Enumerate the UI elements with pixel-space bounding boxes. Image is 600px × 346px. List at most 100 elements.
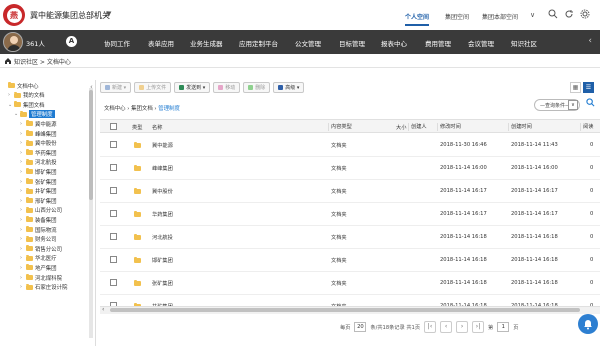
prev-page-button[interactable]: ‹ — [440, 321, 453, 333]
nav-item-biz-generator[interactable]: 业务生成器 — [190, 38, 223, 48]
col-header-size[interactable]: 大小 — [396, 124, 406, 131]
toolbar-button[interactable]: 新建 ▾ — [100, 82, 132, 93]
settings-gear-icon[interactable] — [580, 9, 590, 22]
user-avatar[interactable] — [3, 32, 23, 52]
page-number-input[interactable]: 1 — [497, 322, 510, 332]
sidebar-tree-item[interactable]: ⌄ 管理制度 — [14, 110, 55, 119]
doc-path-current[interactable]: 管理制度 — [158, 106, 180, 112]
col-header-name[interactable]: 名称 — [152, 124, 162, 131]
sidebar-tree-item[interactable]: › 冀中能源 — [20, 119, 57, 128]
tab-group-space[interactable]: 集团空间 — [445, 12, 469, 21]
toolbar-button[interactable]: 移动 — [213, 82, 241, 93]
hscroll-left-arrow-icon[interactable]: ‹ — [102, 306, 104, 313]
table-row[interactable]: 华药集团 文档夹 2018-11-14 16:17 2018-11-14 16:17 0 — [100, 203, 600, 226]
tab-hq-space[interactable]: 集团本部空间 — [482, 12, 518, 21]
row-checkbox[interactable] — [110, 256, 117, 263]
col-header-content-type[interactable]: 内容类型 — [328, 123, 352, 131]
table-row[interactable]: 冀中股份 文档夹 2018-11-14 16:17 2018-11-14 16:17 0 — [100, 180, 600, 203]
list-view-icon[interactable]: ☰ — [583, 82, 594, 93]
font-size-a-icon[interactable]: A — [66, 36, 77, 47]
row-checkbox[interactable] — [110, 233, 117, 240]
nav-item-collab[interactable]: 协同工作 — [104, 38, 130, 48]
search-icon[interactable] — [548, 9, 558, 22]
sidebar-tree-item[interactable]: › 石家庄设计院 — [20, 283, 67, 292]
table-row[interactable]: 张矿集团 文档夹 2018-11-14 16:18 2018-11-14 16:18 0 — [100, 272, 600, 295]
nav-item-expenses[interactable]: 费用管理 — [425, 38, 451, 48]
table-row[interactable]: 冀中能源 文档夹 2018-11-30 16:46 2018-11-14 11:43 0 — [100, 134, 600, 157]
sidebar-scrollbar-thumb[interactable] — [89, 90, 93, 200]
table-row[interactable]: 河北航投 文档夹 2018-11-14 16:18 2018-11-14 16:18 0 — [100, 226, 600, 249]
table-row[interactable]: 井矿集团文档夹2018-11-14 16:182018-11-14 16:180 — [100, 295, 600, 306]
tab-personal-space[interactable]: 个人空间 — [405, 12, 430, 26]
col-header-modified[interactable]: 修改时间 — [437, 123, 461, 131]
floating-help-bell-icon[interactable] — [578, 314, 598, 334]
org-title[interactable]: 冀中能源集团总部机关 — [30, 10, 110, 21]
cell-name[interactable]: 冀中股份 — [152, 188, 173, 195]
cell-name[interactable]: 峰峰集团 — [152, 165, 173, 172]
org-switch-caret-icon[interactable]: ▼ — [106, 10, 111, 18]
row-checkbox[interactable] — [110, 210, 117, 217]
table-hscroll-thumb[interactable] — [110, 308, 580, 312]
grid-view-icon[interactable]: ▦ — [570, 82, 581, 93]
sidebar-tree-item[interactable]: › 冀中股份 — [20, 139, 57, 148]
sidebar-tree-item[interactable]: › 华北医疗 — [20, 254, 57, 263]
breadcrumb-text[interactable]: 知识社区 > 文档中心 — [14, 57, 71, 66]
per-page-input[interactable]: 20 — [354, 322, 367, 332]
refresh-icon[interactable] — [564, 9, 574, 22]
row-checkbox[interactable] — [110, 187, 117, 194]
next-page-button[interactable]: › — [456, 321, 469, 333]
cell-name[interactable]: 冀中能源 — [152, 142, 173, 149]
table-row[interactable]: 邯矿集团 文档夹 2018-11-14 16:18 2018-11-14 16:18 0 — [100, 249, 600, 272]
col-header-type[interactable]: 类型 — [132, 124, 142, 131]
search-condition-caret-icon[interactable]: ∨ — [568, 100, 578, 110]
nav-item-goals[interactable]: 目标管理 — [339, 38, 365, 48]
toolbar-button[interactable]: 上传文件 — [134, 82, 172, 93]
sidebar-tree-item[interactable]: › 邯矿集团 — [20, 167, 57, 176]
cell-name[interactable]: 张矿集团 — [152, 280, 173, 287]
nav-collapse-icon[interactable]: ‹ — [588, 36, 592, 46]
cell-name[interactable]: 河北航投 — [152, 234, 173, 241]
sidebar-tree-item[interactable]: › 峰峰集团 — [20, 129, 57, 138]
space-dropdown-icon[interactable]: ∨ — [530, 11, 535, 19]
sidebar-tree-item[interactable]: › 财务公司 — [20, 235, 57, 244]
sidebar-tree-item[interactable]: › 我的文档 — [8, 91, 45, 100]
sidebar-tree-item[interactable]: › 井矿集团 — [20, 187, 57, 196]
doc-path-prefix[interactable]: 文档中心 › 集团文档 › — [104, 106, 158, 112]
sidebar-tree-item[interactable]: › 地产集团 — [20, 263, 57, 272]
sidebar-tree-item[interactable]: › 山西分公司 — [20, 206, 62, 215]
cell-name[interactable]: 华药集团 — [152, 211, 173, 218]
col-header-reads[interactable]: 阅读 — [580, 123, 593, 131]
doc-search-icon[interactable] — [586, 98, 595, 109]
select-all-checkbox[interactable] — [110, 123, 117, 130]
toolbar-button[interactable]: 高级 ▾ — [273, 82, 305, 93]
toolbar-button[interactable]: 发送到 ▾ — [174, 82, 211, 93]
sidebar-tree-item[interactable]: › 张矿集团 — [20, 177, 57, 186]
row-checkbox[interactable] — [110, 164, 117, 171]
col-header-created[interactable]: 创建时间 — [508, 123, 532, 131]
online-user-count[interactable]: 361人 — [26, 38, 45, 48]
sidebar-tree-item[interactable]: › 河北航投 — [20, 158, 57, 167]
cell-name[interactable]: 邯矿集团 — [152, 257, 173, 264]
toolbar-button[interactable]: 删除 — [243, 82, 271, 93]
sidebar-tree-item[interactable]: › 华药集团 — [20, 148, 57, 157]
nav-item-knowledge[interactable]: 知识社区 — [511, 38, 537, 48]
org-logo[interactable]: 燕 — [3, 4, 25, 26]
sidebar-tree-item[interactable]: 文档中心 — [2, 81, 39, 90]
sidebar-tree-item[interactable]: › 邢矿集团 — [20, 196, 57, 205]
sidebar-tree-item[interactable]: › 国际物流 — [20, 225, 57, 234]
home-icon[interactable] — [4, 57, 12, 67]
sidebar-tree-item[interactable]: ⌄ 集团文档 — [8, 100, 45, 109]
col-header-creator[interactable]: 创建人 — [408, 123, 427, 131]
nav-item-custom-platform[interactable]: 应用定制平台 — [239, 38, 278, 48]
row-checkbox[interactable] — [110, 279, 117, 286]
first-page-button[interactable]: |‹ — [424, 321, 437, 333]
nav-item-reports[interactable]: 报表中心 — [381, 38, 407, 48]
sidebar-tree-item[interactable]: › 销售分公司 — [20, 244, 62, 253]
row-checkbox[interactable] — [110, 141, 117, 148]
table-row[interactable]: 峰峰集团 文档夹 2018-11-14 16:00 2018-11-14 16:00 0 — [100, 157, 600, 180]
sidebar-tree-item[interactable]: › 装备集团 — [20, 215, 57, 224]
nav-item-meetings[interactable]: 会议管理 — [468, 38, 494, 48]
nav-item-forms[interactable]: 表单应用 — [148, 38, 174, 48]
nav-item-docs-mgmt[interactable]: 公文管理 — [295, 38, 321, 48]
sidebar-tree-item[interactable]: › 河北煤科院 — [20, 273, 62, 282]
